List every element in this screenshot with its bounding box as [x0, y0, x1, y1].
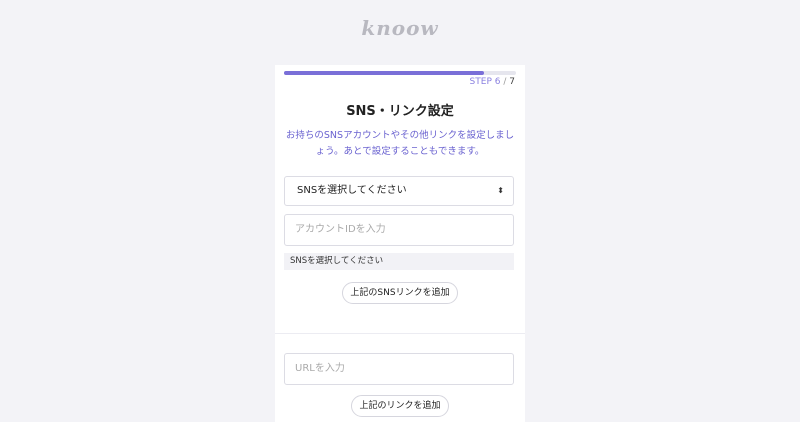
page-title: SNS・リンク設定	[346, 104, 454, 119]
select-arrows-icon: ⬍	[497, 186, 504, 195]
step-separator: /	[503, 77, 507, 87]
account-id-input[interactable]: アカウントIDを入力	[284, 214, 514, 246]
divider	[275, 333, 525, 334]
step-total: 7	[509, 77, 515, 87]
step-current: STEP 6	[469, 77, 501, 87]
url-input[interactable]: URLを入力	[284, 353, 514, 385]
step-indicator: STEP 6 / 7	[470, 77, 515, 87]
sns-select[interactable]: SNSを選択してください ⬍	[284, 176, 514, 206]
add-sns-link-button[interactable]: 上記のSNSリンクを追加	[342, 282, 458, 304]
sns-link-card: STEP 6 / 7 SNS・リンク設定 お持ちのSNSアカウントやその他リンク…	[275, 65, 525, 422]
progress-fill	[284, 71, 484, 75]
sns-hint-text: SNSを選択してください	[284, 253, 514, 270]
page-description: お持ちのSNSアカウントやその他リンクを設定しましょう。あとで設定することもでき…	[285, 130, 515, 157]
progress-bar	[284, 71, 516, 75]
add-link-button[interactable]: 上記のリンクを追加	[351, 395, 449, 417]
sns-select-value: SNSを選択してください	[297, 185, 407, 196]
logo: knoow	[361, 16, 439, 40]
